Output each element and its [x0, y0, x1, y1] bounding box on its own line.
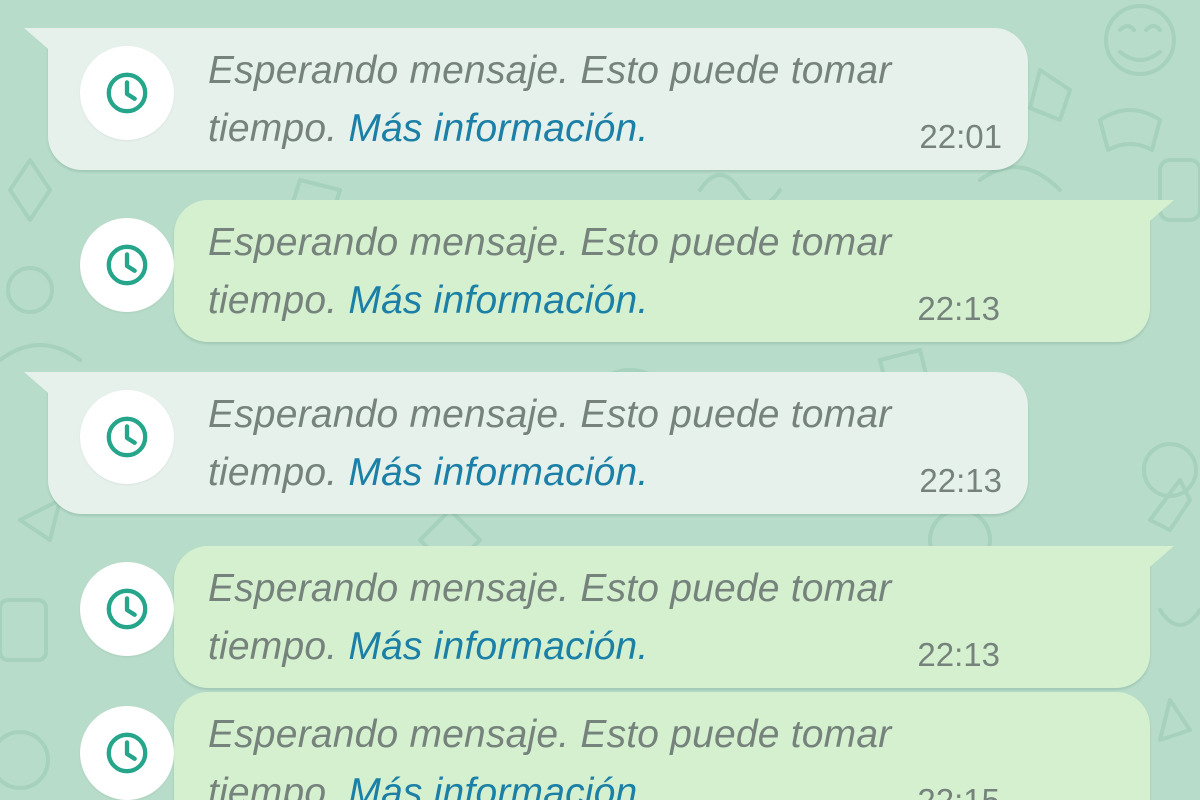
message-bubble-incoming[interactable]: Esperando mensaje. Esto puede tomar tiem… — [24, 28, 1028, 170]
message-text: Esperando mensaje. Esto puede tomar tiem… — [208, 706, 968, 800]
message-time: 22:13 — [919, 462, 1002, 499]
message-bubble-outgoing[interactable]: Esperando mensaje. Esto puede tomar tiem… — [174, 200, 1174, 342]
clock-icon — [106, 732, 148, 774]
more-info-link[interactable]: Más información. — [348, 771, 648, 800]
pending-status-badge — [80, 706, 174, 800]
pending-status-badge — [80, 218, 174, 312]
pending-status-badge — [80, 46, 174, 140]
message-time: 22:13 — [917, 636, 1000, 673]
bubble-tail — [1144, 200, 1174, 226]
bubble-tail — [1144, 546, 1174, 572]
more-info-link[interactable]: Más información. — [348, 279, 648, 322]
message-bubble-incoming[interactable]: Esperando mensaje. Esto puede tomar tiem… — [24, 372, 1028, 514]
message-text: Esperando mensaje. Esto puede tomar tiem… — [208, 214, 968, 330]
pending-status-badge — [80, 562, 174, 656]
clock-icon — [106, 244, 148, 286]
message-time: 22:13 — [917, 290, 1000, 327]
clock-icon — [106, 588, 148, 630]
pending-status-badge — [80, 390, 174, 484]
clock-icon — [106, 72, 148, 114]
bubble-tail — [24, 28, 54, 54]
message-time: 22:01 — [919, 118, 1002, 155]
bubble-tail — [24, 372, 54, 398]
more-info-link[interactable]: Más información. — [348, 451, 648, 494]
message-time: 22:15 — [917, 782, 1000, 800]
message-bubble-outgoing[interactable]: Esperando mensaje. Esto puede tomar tiem… — [174, 546, 1174, 688]
message-text: Esperando mensaje. Esto puede tomar tiem… — [208, 386, 968, 502]
more-info-link[interactable]: Más información. — [348, 107, 648, 150]
message-bubble-outgoing[interactable]: Esperando mensaje. Esto puede tomar tiem… — [174, 692, 1150, 800]
chat-message-list[interactable]: Esperando mensaje. Esto puede tomar tiem… — [0, 0, 1200, 800]
more-info-link[interactable]: Más información. — [348, 625, 648, 668]
message-text: Esperando mensaje. Esto puede tomar tiem… — [208, 560, 968, 676]
message-text: Esperando mensaje. Esto puede tomar tiem… — [208, 42, 968, 158]
clock-icon — [106, 416, 148, 458]
